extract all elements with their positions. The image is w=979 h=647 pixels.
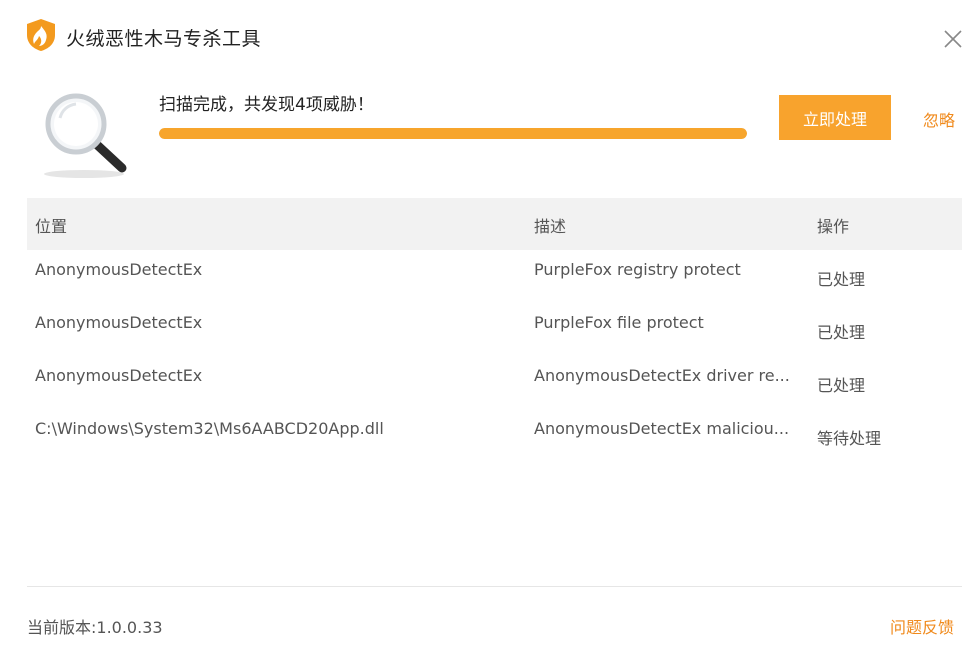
- column-header-action: 操作: [817, 217, 850, 236]
- column-header-location: 位置: [35, 217, 68, 236]
- scan-progress-bar: [159, 128, 747, 139]
- row-action-status: 等待处理: [817, 429, 882, 448]
- row-location: AnonymousDetectEx: [35, 313, 203, 332]
- title-bar: 火绒恶性木马专杀工具: [0, 0, 979, 76]
- process-now-button[interactable]: 立即处理: [779, 95, 891, 140]
- scan-progress-fill: [159, 128, 747, 139]
- magnifier-icon: [44, 93, 127, 178]
- row-description: AnonymousDetectEx driver re...: [534, 366, 790, 385]
- row-description: PurpleFox file protect: [534, 313, 704, 332]
- threat-table: 位置 描述 操作 AnonymousDetectEx PurpleFox reg…: [27, 198, 962, 462]
- app-title: 火绒恶性木马专杀工具: [66, 28, 262, 50]
- feedback-link[interactable]: 问题反馈: [890, 614, 954, 638]
- scan-status-text: 扫描完成，共发现4项威胁！: [159, 95, 374, 115]
- version-text: 当前版本:1.0.0.33: [27, 618, 163, 637]
- row-description: PurpleFox registry protect: [534, 260, 741, 279]
- row-action-status: 已处理: [817, 323, 866, 342]
- column-header-description: 描述: [534, 217, 567, 236]
- ignore-link[interactable]: 忽略: [923, 107, 955, 131]
- row-location: AnonymousDetectEx: [35, 260, 203, 279]
- row-description: AnonymousDetectEx maliciou...: [534, 419, 790, 438]
- row-location: C:\Windows\System32\Ms6AABCD20App.dll: [35, 419, 384, 438]
- huorong-flame-logo-icon: [27, 19, 55, 51]
- table-row[interactable]: AnonymousDetectEx PurpleFox file protect…: [27, 303, 962, 356]
- footer-divider: [27, 586, 962, 587]
- table-row[interactable]: AnonymousDetectEx AnonymousDetectEx driv…: [27, 356, 962, 409]
- close-icon[interactable]: [938, 24, 968, 54]
- table-row[interactable]: C:\Windows\System32\Ms6AABCD20App.dll An…: [27, 409, 962, 462]
- table-row[interactable]: AnonymousDetectEx PurpleFox registry pro…: [27, 250, 962, 303]
- row-location: AnonymousDetectEx: [35, 366, 203, 385]
- table-header: 位置 描述 操作: [27, 198, 962, 250]
- row-action-status: 已处理: [817, 376, 866, 395]
- row-action-status: 已处理: [817, 270, 866, 289]
